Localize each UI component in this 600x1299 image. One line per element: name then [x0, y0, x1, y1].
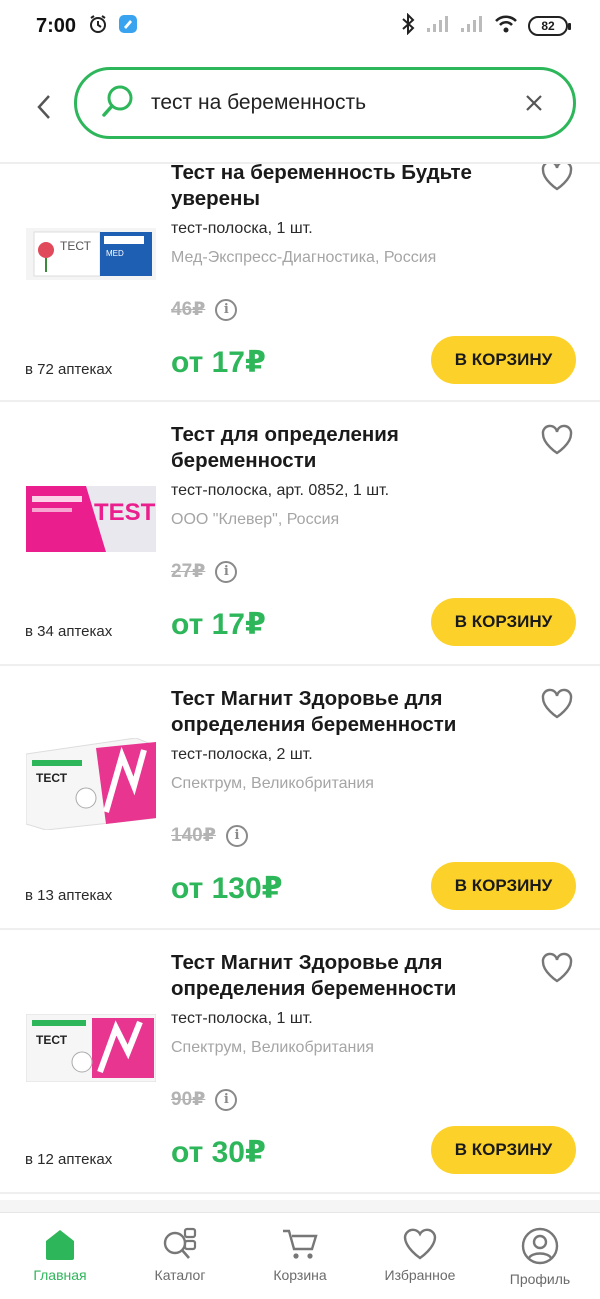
nav-cart[interactable]: Корзина: [240, 1213, 360, 1299]
heart-icon: [541, 160, 573, 191]
signal-icon: [426, 15, 450, 38]
product-image[interactable]: ТЕСТ: [25, 1013, 157, 1083]
product-price: от 17₽: [171, 608, 266, 641]
bottom-navigation: Главная Каталог Корзина Избранное Профил…: [0, 1212, 600, 1299]
alarm-icon: [88, 14, 108, 39]
back-button[interactable]: [26, 89, 62, 125]
nav-favorites[interactable]: Избранное: [360, 1213, 480, 1299]
favorite-button[interactable]: [540, 424, 574, 456]
wifi-icon: [494, 14, 518, 39]
product-title[interactable]: Тест Магнит Здоровье для определения бер…: [171, 950, 501, 1002]
search-icon: [101, 84, 135, 123]
home-icon: [46, 1230, 74, 1260]
profile-icon: [521, 1227, 559, 1265]
header-divider: [0, 162, 600, 164]
cart-icon: [283, 1229, 318, 1259]
nav-separator: [0, 1200, 600, 1212]
search-input[interactable]: тест на беременность: [74, 67, 576, 139]
svg-text:MED: MED: [106, 249, 124, 258]
nav-catalog[interactable]: Каталог: [120, 1213, 240, 1299]
product-price: от 17₽: [171, 346, 266, 379]
search-header-overlay: тест на беременность: [0, 52, 600, 162]
pharmacy-count[interactable]: в 72 аптеках: [25, 361, 112, 378]
product-card[interactable]: TEST Тест для определения беременности т…: [0, 402, 600, 666]
product-maker: Спектрум, Великобритания: [171, 1039, 374, 1056]
nav-profile[interactable]: Профиль: [480, 1213, 600, 1299]
product-maker: ООО "Клевер", Россия: [171, 511, 340, 528]
old-price: 46₽: [171, 299, 206, 320]
battery-indicator: 82: [528, 16, 571, 36]
nav-cart-label: Корзина: [273, 1267, 327, 1283]
product-image-text: TEST: [94, 499, 156, 526]
add-to-cart-button[interactable]: В КОРЗИНУ: [431, 598, 576, 646]
old-price-row: 27₽ i: [171, 560, 238, 583]
status-bar-overlay: 7:00 82: [0, 0, 600, 52]
product-subtitle: тест-полоска, арт. 0852, 1 шт.: [171, 482, 390, 499]
signal-2-icon: [460, 15, 484, 38]
product-image[interactable]: ТЕСТ: [25, 737, 157, 831]
product-list: ТЕСТ MED Тест на беременность Будьте уве…: [0, 140, 600, 1194]
chevron-left-icon: [37, 95, 50, 119]
product-subtitle: тест-полоска, 1 шт.: [171, 1010, 313, 1027]
favorite-button[interactable]: [540, 160, 574, 192]
favorite-button[interactable]: [540, 688, 574, 720]
product-image-text: ТЕСТ: [36, 1033, 68, 1047]
product-image[interactable]: ТЕСТ MED: [26, 228, 156, 280]
favorite-button[interactable]: [540, 952, 574, 984]
product-image[interactable]: TEST: [26, 486, 156, 552]
info-icon[interactable]: i: [225, 824, 248, 847]
heart-icon: [541, 952, 573, 983]
nav-favorites-label: Избранное: [384, 1267, 456, 1283]
clear-search-button[interactable]: [519, 88, 549, 118]
product-card[interactable]: ТЕСТ MED Тест на беременность Будьте уве…: [0, 140, 600, 402]
product-maker: Мед-Экспресс-Диагностика, Россия: [171, 249, 437, 266]
bluetooth-icon: [400, 12, 416, 40]
product-image-text: ТЕСТ: [60, 239, 92, 253]
add-to-cart-button[interactable]: В КОРЗИНУ: [431, 336, 576, 384]
old-price: 27₽: [171, 561, 206, 582]
heart-icon: [403, 1228, 437, 1260]
product-card[interactable]: ТЕСТ Тест Магнит Здоровье для определени…: [0, 666, 600, 930]
product-price: от 130₽: [171, 872, 283, 905]
product-title[interactable]: Тест для определения беременности: [171, 422, 501, 474]
heart-icon: [541, 424, 573, 455]
pharmacy-count[interactable]: в 12 аптеках: [25, 1151, 112, 1168]
pharmacy-count[interactable]: в 34 аптеках: [25, 623, 112, 640]
info-icon[interactable]: i: [215, 1088, 238, 1111]
product-title[interactable]: Тест Магнит Здоровье для определения бер…: [171, 686, 501, 738]
status-time: 7:00: [36, 14, 77, 37]
old-price-row: 46₽ i: [171, 298, 238, 321]
search-query[interactable]: тест на беременность: [151, 91, 519, 115]
old-price-row: 90₽ i: [171, 1088, 238, 1111]
add-to-cart-button[interactable]: В КОРЗИНУ: [431, 1126, 576, 1174]
product-image-text: ТЕСТ: [36, 771, 68, 785]
heart-icon: [541, 688, 573, 719]
nav-profile-label: Профиль: [509, 1271, 571, 1287]
close-icon: [526, 95, 542, 111]
product-maker: Спектрум, Великобритания: [171, 775, 374, 792]
old-price: 140₽: [171, 825, 216, 846]
product-price: от 30₽: [171, 1136, 266, 1169]
product-card[interactable]: ТЕСТ Тест Магнит Здоровье для определени…: [0, 930, 600, 1194]
product-subtitle: тест-полоска, 2 шт.: [171, 746, 313, 763]
add-to-cart-button[interactable]: В КОРЗИНУ: [431, 862, 576, 910]
nav-home[interactable]: Главная: [0, 1213, 120, 1299]
old-price: 90₽: [171, 1089, 206, 1110]
product-title[interactable]: Тест на беременность Будьте уверены: [171, 160, 501, 212]
pharmacy-count[interactable]: в 13 аптеках: [25, 887, 112, 904]
info-icon[interactable]: i: [215, 298, 238, 321]
nav-home-label: Главная: [33, 1267, 87, 1283]
old-price-row: 140₽ i: [171, 824, 248, 847]
catalog-icon: [163, 1227, 197, 1259]
app-notification-icon: [118, 14, 138, 39]
info-icon[interactable]: i: [215, 560, 238, 583]
product-subtitle: тест-полоска, 1 шт.: [171, 220, 313, 237]
nav-catalog-label: Каталог: [154, 1267, 206, 1283]
